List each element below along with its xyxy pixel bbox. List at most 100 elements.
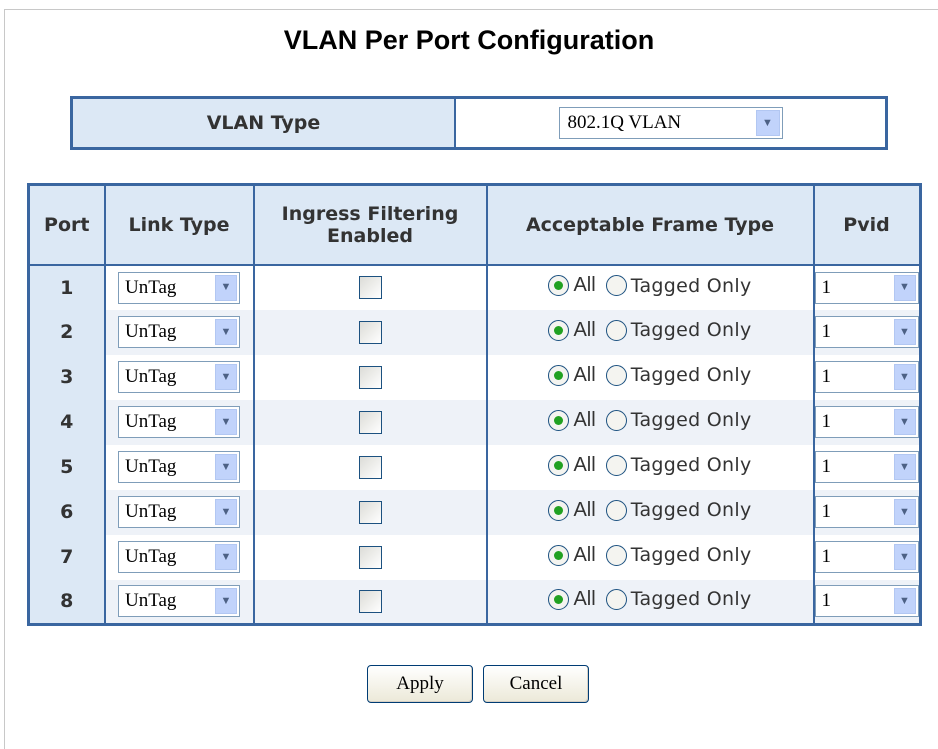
apply-button[interactable]: Apply bbox=[367, 665, 473, 703]
frame-type-all-label: All bbox=[573, 543, 596, 566]
table-header-row: Port Link Type Ingress Filtering Enabled… bbox=[27, 183, 921, 266]
chevron-down-icon[interactable]: ▼ bbox=[215, 364, 237, 390]
pvid-select[interactable]: 1 ▼ bbox=[814, 541, 919, 573]
link-type-cell: UnTag ▼ bbox=[103, 444, 255, 490]
pvid-select[interactable]: 1 ▼ bbox=[814, 271, 919, 304]
link-type-value: UnTag bbox=[125, 546, 177, 567]
ingress-cell bbox=[252, 489, 488, 535]
frame-type-tagged-label: Tagged Only bbox=[630, 364, 752, 386]
link-type-select[interactable]: UnTag ▼ bbox=[118, 496, 240, 528]
pvid-value: 1 bbox=[821, 590, 832, 612]
link-type-select[interactable]: UnTag ▼ bbox=[118, 585, 240, 618]
chevron-down-icon[interactable]: ▼ bbox=[893, 364, 916, 390]
ingress-filtering-checkbox[interactable] bbox=[358, 410, 382, 434]
frame-type-cell: All Tagged Only bbox=[485, 309, 815, 355]
link-type-cell: UnTag ▼ bbox=[103, 579, 255, 625]
frame-type-tagged-label: Tagged Only bbox=[630, 454, 752, 476]
link-type-value: UnTag bbox=[125, 590, 177, 612]
frame-type-radio-group: All Tagged Only bbox=[548, 544, 751, 567]
ingress-filtering-checkbox[interactable] bbox=[358, 455, 382, 479]
link-type-value: UnTag bbox=[125, 456, 177, 477]
chevron-down-icon[interactable]: ▼ bbox=[215, 454, 237, 480]
frame-type-all-radio[interactable] bbox=[548, 319, 570, 341]
chevron-down-icon[interactable]: ▼ bbox=[893, 499, 916, 525]
frame-type-all-radio[interactable] bbox=[548, 364, 570, 386]
frame-type-tagged-radio[interactable] bbox=[605, 275, 627, 296]
frame-type-tagged-label: Tagged Only bbox=[630, 409, 752, 431]
frame-type-tagged-radio[interactable] bbox=[605, 544, 627, 566]
frame-type-all-radio[interactable] bbox=[548, 454, 570, 476]
frame-type-all-radio[interactable] bbox=[548, 588, 570, 610]
pvid-cell: 1 ▼ bbox=[812, 399, 921, 445]
link-type-cell: UnTag ▼ bbox=[103, 489, 255, 535]
chevron-down-icon[interactable]: ▼ bbox=[215, 499, 237, 525]
frame-type-all-radio[interactable] bbox=[548, 275, 570, 296]
link-type-value: UnTag bbox=[125, 366, 177, 387]
chevron-down-icon[interactable]: ▼ bbox=[893, 319, 916, 345]
chevron-down-icon[interactable]: ▼ bbox=[893, 274, 916, 301]
col-header-port: Port bbox=[27, 183, 106, 266]
link-type-select[interactable]: UnTag ▼ bbox=[118, 451, 240, 483]
pvid-select[interactable]: 1 ▼ bbox=[814, 585, 919, 618]
pvid-value: 1 bbox=[821, 456, 832, 477]
ingress-filtering-checkbox[interactable] bbox=[358, 320, 382, 344]
ingress-filtering-checkbox[interactable] bbox=[358, 276, 382, 299]
chevron-down-icon[interactable]: ▼ bbox=[893, 454, 916, 480]
chevron-down-icon[interactable]: ▼ bbox=[755, 110, 780, 136]
page-title: VLAN Per Port Configuration bbox=[283, 25, 655, 55]
frame-type-all-radio[interactable] bbox=[548, 409, 570, 431]
chevron-down-icon[interactable]: ▼ bbox=[215, 588, 237, 615]
link-type-value: UnTag bbox=[125, 411, 177, 432]
chevron-down-icon[interactable]: ▼ bbox=[893, 588, 916, 615]
pvid-cell: 1 ▼ bbox=[812, 579, 921, 625]
chevron-down-icon[interactable]: ▼ bbox=[215, 409, 237, 435]
frame-type-tagged-radio[interactable] bbox=[605, 409, 627, 431]
frame-type-cell: All Tagged Only bbox=[485, 489, 815, 535]
ingress-filtering-checkbox[interactable] bbox=[358, 545, 382, 569]
pvid-value: 1 bbox=[821, 276, 832, 298]
frame-type-all-radio[interactable] bbox=[548, 544, 570, 566]
pvid-select[interactable]: 1 ▼ bbox=[814, 496, 919, 528]
ingress-filtering-checkbox[interactable] bbox=[358, 365, 382, 389]
col-header-ingress-line1: Ingress Filtering bbox=[281, 202, 459, 225]
link-type-select[interactable]: UnTag ▼ bbox=[118, 406, 240, 438]
frame-type-all-radio[interactable] bbox=[548, 499, 570, 521]
ingress-cell bbox=[252, 354, 488, 400]
link-type-select[interactable]: UnTag ▼ bbox=[118, 361, 240, 393]
frame-type-all-label: All bbox=[573, 408, 596, 431]
frame-type-tagged-radio[interactable] bbox=[605, 364, 627, 386]
vlan-type-select[interactable]: 802.1Q VLAN ▼ bbox=[558, 107, 783, 139]
chevron-down-icon[interactable]: ▼ bbox=[215, 274, 237, 301]
ingress-filtering-checkbox[interactable] bbox=[358, 500, 382, 524]
chevron-down-icon[interactable]: ▼ bbox=[215, 544, 237, 570]
frame-type-tagged-radio[interactable] bbox=[605, 454, 627, 476]
cancel-button[interactable]: Cancel bbox=[483, 665, 589, 703]
frame-type-tagged-radio[interactable] bbox=[605, 319, 627, 341]
chevron-down-icon[interactable]: ▼ bbox=[893, 544, 916, 570]
frame-type-tagged-label: Tagged Only bbox=[630, 274, 752, 297]
frame-type-cell: All Tagged Only bbox=[485, 354, 815, 400]
port-number: 5 bbox=[27, 444, 106, 490]
pvid-select[interactable]: 1 ▼ bbox=[814, 361, 919, 393]
link-type-select[interactable]: UnTag ▼ bbox=[118, 271, 240, 304]
pvid-select[interactable]: 1 ▼ bbox=[814, 406, 919, 438]
frame-type-tagged-label: Tagged Only bbox=[630, 319, 752, 341]
col-header-ingress-line2: Enabled bbox=[327, 224, 413, 247]
frame-type-all-label: All bbox=[573, 498, 596, 521]
link-type-select[interactable]: UnTag ▼ bbox=[118, 541, 240, 573]
pvid-value: 1 bbox=[821, 546, 832, 567]
port-number: 4 bbox=[27, 399, 106, 445]
chevron-down-icon[interactable]: ▼ bbox=[215, 319, 237, 345]
frame-type-cell: All Tagged Only bbox=[485, 264, 815, 310]
frame-type-tagged-radio[interactable] bbox=[605, 588, 627, 610]
port-number: 7 bbox=[27, 534, 106, 580]
frame-type-tagged-radio[interactable] bbox=[605, 499, 627, 521]
pvid-select[interactable]: 1 ▼ bbox=[814, 451, 919, 483]
link-type-select[interactable]: UnTag ▼ bbox=[118, 316, 240, 348]
pvid-select[interactable]: 1 ▼ bbox=[814, 316, 919, 348]
ingress-cell bbox=[252, 264, 488, 310]
frame-type-cell: All Tagged Only bbox=[485, 444, 815, 490]
chevron-down-icon[interactable]: ▼ bbox=[893, 409, 916, 435]
ingress-filtering-checkbox[interactable] bbox=[358, 589, 382, 613]
table-row: 4 UnTag ▼ All Tagged Only 1 ▼ bbox=[27, 399, 921, 445]
